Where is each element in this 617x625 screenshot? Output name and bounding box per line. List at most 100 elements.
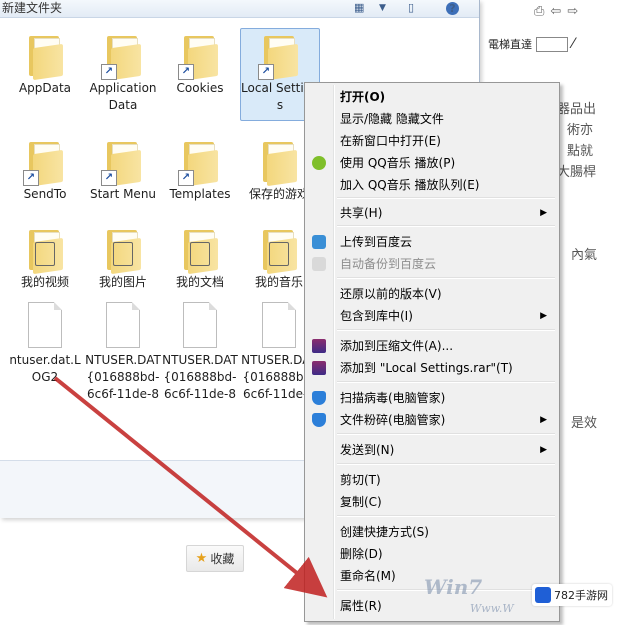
menu-item[interactable]: 发送到(N) ▶ [307, 439, 555, 461]
explorer-toolbar: 新建文件夹 ▦ ▼ ▯ ? [0, 0, 479, 18]
folder-icon [259, 226, 299, 275]
pc-manager-shield-icon [312, 391, 326, 405]
go-icon[interactable]: ⁄ [572, 36, 574, 52]
file-item[interactable]: NTUSER.DAT{016888bd-6c6f-11de-8d1... [161, 302, 239, 403]
winrar-icon [312, 339, 326, 353]
win7-watermark: Win7 [424, 575, 483, 599]
menu-separator [337, 197, 555, 199]
item-label: ntuser.dat.LOG2 [9, 353, 81, 384]
item-label: AppData [18, 81, 72, 95]
menu-item[interactable]: 在新窗口中打开(E) [307, 130, 555, 152]
winrar-icon [312, 361, 326, 375]
item-label: Templates [169, 187, 231, 201]
favorite-label: 收藏 [210, 552, 235, 566]
menu-separator [337, 515, 555, 517]
folder-item[interactable]: 我的图片 [84, 226, 162, 291]
menu-item-label: 文件粉碎(电脑管家) [340, 413, 446, 427]
menu-item[interactable]: 打开(O) [307, 86, 555, 108]
logo-icon [535, 587, 551, 603]
submenu-arrow-icon: ▶ [540, 445, 547, 455]
menu-item[interactable]: 复制(C) [307, 491, 555, 513]
view-dropdown-icon[interactable]: ▼ [379, 1, 386, 15]
folder-icon: ↗ [258, 32, 300, 81]
menu-item-label: 添加到 "Local Settings.rar"(T) [340, 361, 513, 375]
folder-icon [25, 32, 65, 81]
item-label: Cookies [176, 81, 224, 95]
menu-item[interactable]: 显示/隐藏 隐藏文件 [307, 108, 555, 130]
menu-item[interactable]: 剪切(T) [307, 469, 555, 491]
folder-item[interactable]: ↗ SendTo [6, 138, 84, 203]
menu-item-label: 删除(D) [340, 547, 383, 561]
menu-item-label: 在新窗口中打开(E) [340, 134, 441, 148]
menu-separator [337, 225, 555, 227]
item-label: 我的视频 [20, 275, 69, 289]
file-icon [28, 302, 62, 348]
file-item[interactable]: ntuser.dat.LOG2 [6, 302, 84, 386]
forward-icon[interactable]: ⇨ [567, 4, 578, 19]
menu-item-label: 打开(O) [340, 90, 386, 104]
menu-item[interactable]: 扫描病毒(电脑管家) [307, 387, 555, 409]
folder-icon [180, 226, 220, 275]
file-item[interactable]: NTUSER.DAT{016888bd-6c6f-11de-8d1... [84, 302, 162, 403]
qq-music-icon [312, 156, 326, 170]
help-icon[interactable]: ? [446, 2, 459, 15]
submenu-arrow-icon: ▶ [540, 208, 547, 218]
file-icon [106, 302, 140, 348]
menu-item-label: 复制(C) [340, 495, 382, 509]
menu-item-label: 共享(H) [340, 206, 383, 220]
menu-item-label: 显示/隐藏 隐藏文件 [340, 112, 444, 126]
side-text: 術亦 [567, 123, 594, 138]
logo-text: 782手游网 [554, 589, 608, 602]
menu-item-label: 添加到压缩文件(A)... [340, 339, 454, 353]
menu-item[interactable]: 还原以前的版本(V) [307, 283, 555, 305]
browser-toolbar: ⎙ ⇦ ⇨ [534, 0, 578, 22]
menu-separator [337, 381, 555, 383]
folder-item[interactable]: 我的视频 [6, 226, 84, 291]
menu-item: 自动备份到百度云 [307, 253, 555, 275]
menu-item[interactable]: 删除(D) [307, 543, 555, 565]
menu-item[interactable]: 文件粉碎(电脑管家) ▶ [307, 409, 555, 431]
menu-separator [337, 329, 555, 331]
folder-icon: ↗ [101, 32, 143, 81]
menu-item[interactable]: 上传到百度云 [307, 231, 555, 253]
baidu-cloud-disabled-icon [312, 257, 326, 271]
star-icon: ★ [195, 551, 208, 566]
folder-item[interactable]: 我的文档 [161, 226, 239, 291]
folder-item[interactable]: ↗ Application Data [84, 32, 162, 114]
view-icon[interactable]: ▦ [354, 1, 364, 15]
preview-pane-icon[interactable]: ▯ [408, 1, 414, 15]
shortcut-arrow-icon: ↗ [101, 64, 117, 80]
file-icon [262, 302, 296, 348]
folder-item[interactable]: AppData [6, 32, 84, 97]
item-label: Application Data [89, 81, 157, 112]
folder-item[interactable]: ↗ Cookies [161, 32, 239, 97]
context-menu: 打开(O) 显示/隐藏 隐藏文件 在新窗口中打开(E) 使用 QQ音乐 播放(P) 加入… [304, 82, 560, 622]
menu-item[interactable]: 创建快捷方式(S) [307, 521, 555, 543]
side-text: 點就 [567, 144, 594, 159]
item-label: NTUSER.DAT{016888bd-6c6f-11de-8d1... [85, 353, 161, 401]
menu-item[interactable]: 添加到压缩文件(A)... [307, 335, 555, 357]
pc-manager-shield-icon [312, 413, 326, 427]
jump-to-floor-input[interactable] [536, 36, 568, 52]
favorite-button[interactable]: ★ 收藏 [186, 545, 244, 572]
baidu-cloud-icon [312, 235, 326, 249]
shortcut-arrow-icon: ↗ [178, 64, 194, 80]
menu-item-label: 自动备份到百度云 [340, 257, 437, 271]
jump-to-floor-label: 電梯直達 [488, 38, 532, 51]
menu-item[interactable]: 共享(H) ▶ [307, 202, 555, 224]
menu-item-label: 扫描病毒(电脑管家) [340, 391, 446, 405]
folder-item[interactable]: ↗ Start Menu [84, 138, 162, 203]
back-icon[interactable]: ⇦ [550, 4, 561, 19]
item-label: SendTo [23, 187, 67, 201]
menu-item-label: 包含到库中(I) [340, 309, 413, 323]
menu-item[interactable]: 加入 QQ音乐 播放队列(E) [307, 174, 555, 196]
folder-icon [259, 138, 299, 187]
folder-title: 新建文件夹 [2, 1, 63, 15]
menu-item[interactable]: 使用 QQ音乐 播放(P) [307, 152, 555, 174]
menu-item[interactable]: 包含到库中(I) ▶ [307, 305, 555, 327]
folder-item[interactable]: ↗ Templates [161, 138, 239, 203]
shortcut-arrow-icon: ↗ [101, 170, 117, 186]
print-icon[interactable]: ⎙ [534, 4, 544, 19]
menu-item[interactable]: 添加到 "Local Settings.rar"(T) [307, 357, 555, 379]
menu-item-label: 创建快捷方式(S) [340, 525, 429, 539]
